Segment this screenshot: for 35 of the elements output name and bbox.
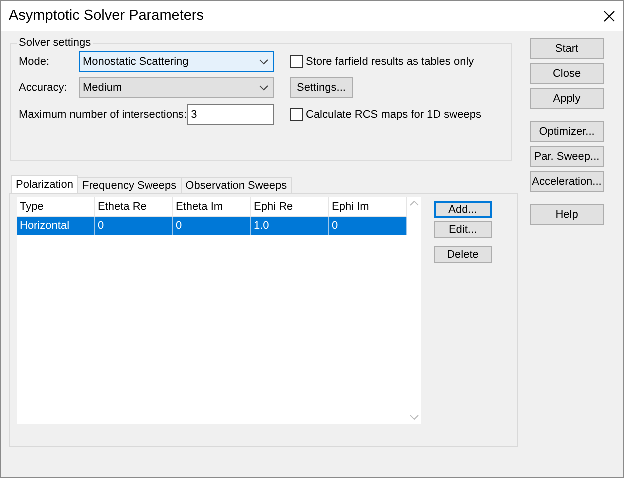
table-button[interactable]: Delete xyxy=(434,246,492,263)
dialog-button[interactable]: Help xyxy=(530,204,604,225)
field-label: Maximum number of intersections: xyxy=(19,108,188,120)
dialog-button[interactable]: Optimizer... xyxy=(530,121,604,142)
table-button[interactable]: Add... xyxy=(434,201,492,218)
dialog-button[interactable]: Start xyxy=(530,38,604,59)
dialog-button[interactable]: Close xyxy=(530,63,604,84)
checkbox[interactable] xyxy=(290,55,303,68)
field-label: Mode: xyxy=(19,56,51,68)
table-cell: 0 xyxy=(173,217,251,235)
table-cell: 0 xyxy=(95,217,173,235)
tab[interactable]: Frequency Sweeps xyxy=(77,177,182,193)
tab[interactable]: Polarization xyxy=(11,175,78,193)
table-button[interactable]: Edit... xyxy=(434,221,492,238)
field-label: Accuracy: xyxy=(19,82,68,94)
dropdown[interactable]: Medium xyxy=(79,77,274,98)
checkbox[interactable] xyxy=(290,108,303,121)
dropdown[interactable]: Monostatic Scattering xyxy=(79,51,274,72)
close-icon[interactable] xyxy=(604,10,615,22)
checkbox-label: Calculate RCS maps for 1D sweeps xyxy=(306,108,482,120)
dialog-button[interactable]: Par. Sweep... xyxy=(530,146,604,167)
table-cell: 1.0 xyxy=(251,217,329,235)
input-field[interactable]: 3 xyxy=(187,104,274,125)
group-title: Solver settings xyxy=(18,37,92,49)
table-cell: 0 xyxy=(329,217,407,235)
dialog-button[interactable]: Acceleration... xyxy=(530,171,604,192)
tab[interactable]: Observation Sweeps xyxy=(180,177,292,193)
dialog-button[interactable]: Apply xyxy=(530,88,604,109)
table-row[interactable]: Horizontal 0 0 1.0 0 xyxy=(17,217,407,235)
chevron-down-icon xyxy=(259,84,269,90)
settings-button[interactable]: Settings... xyxy=(290,77,353,98)
table-cell: Horizontal xyxy=(17,217,95,235)
checkbox-label: Store farfield results as tables only xyxy=(306,56,474,68)
chevron-down-icon xyxy=(259,58,269,64)
window-title: Asymptotic Solver Parameters xyxy=(9,8,204,24)
